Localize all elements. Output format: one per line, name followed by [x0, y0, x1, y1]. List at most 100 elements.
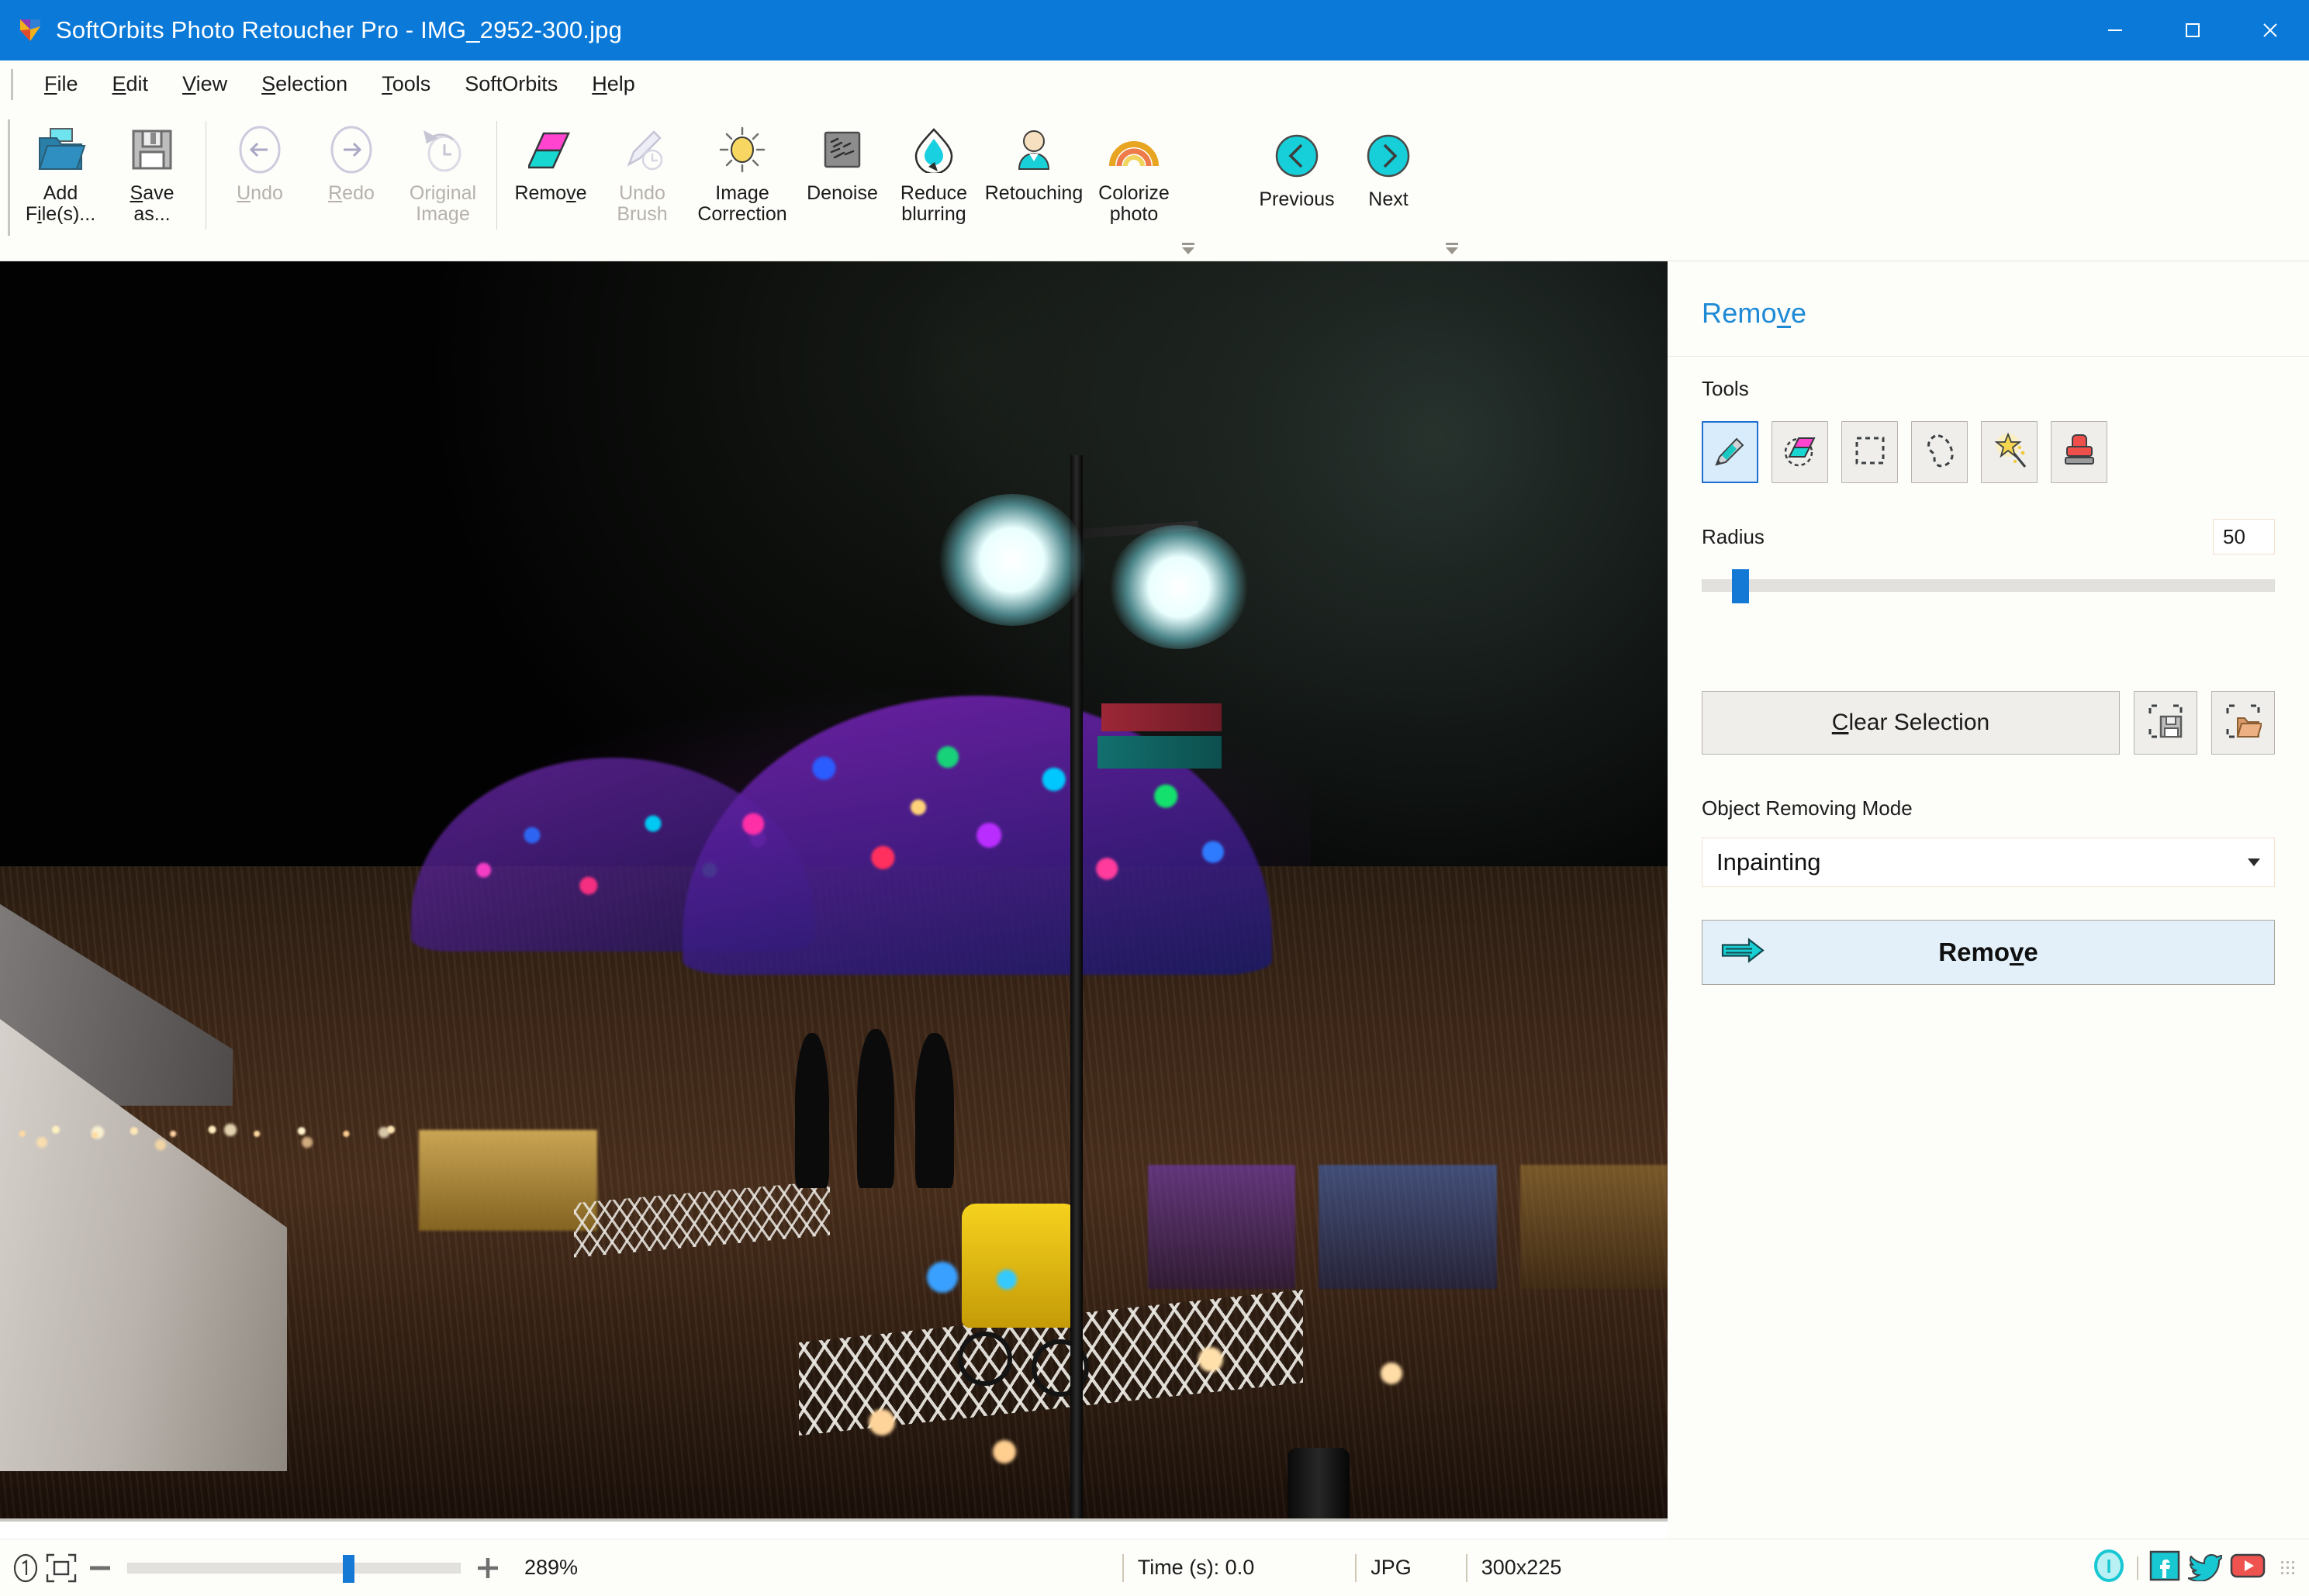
social-links [2092, 1549, 2309, 1587]
save-as-button[interactable]: Save as... [106, 116, 198, 225]
floppy-disk-icon [130, 121, 175, 178]
retouching-label: Retouching [984, 182, 1084, 204]
photo-person-2 [857, 1029, 894, 1188]
object-removing-mode-select[interactable]: Inpainting [1702, 838, 2275, 887]
fit-to-screen-icon[interactable] [43, 1550, 79, 1586]
status-resize-grip[interactable] [2280, 1559, 2297, 1577]
original-image-label: Original Image [409, 182, 477, 225]
previous-label: Previous [1259, 188, 1335, 210]
redo-arrow-icon [328, 121, 375, 178]
menu-item-view[interactable]: View [165, 67, 244, 101]
photo-booth-1 [1148, 1165, 1295, 1289]
menu-bar: FFileile Edit View Selection Tools SoftO… [0, 60, 2309, 109]
radius-input[interactable]: 50 [2213, 519, 2275, 554]
zoom-in-button[interactable] [467, 1550, 509, 1586]
marker-brush-tool-button[interactable] [1702, 421, 1758, 483]
person-icon [1011, 121, 1056, 178]
photo-glow-5 [927, 1262, 958, 1293]
redo-button[interactable]: Redo [306, 116, 397, 204]
load-selection-button[interactable] [2211, 691, 2275, 755]
remove-panel: Remove Tools Radius 50 C lear Selection … [1668, 261, 2309, 1539]
ribbon-grip-handle[interactable] [8, 119, 10, 236]
image-correction-label: Image Correction [697, 182, 787, 225]
denoise-button[interactable]: Denoise [797, 116, 888, 204]
undo-button[interactable]: Undo [214, 116, 306, 204]
zoom-slider[interactable] [127, 1554, 461, 1583]
object-removing-mode-label: Object Removing Mode [1702, 796, 1913, 820]
menu-item-softorbits[interactable]: SoftOrbits [448, 67, 575, 101]
navigation-group-expand-arrow[interactable] [1443, 234, 1460, 254]
radius-slider-thumb[interactable] [1732, 569, 1749, 603]
original-image-button[interactable]: Original Image [397, 116, 489, 225]
ribbon-group-file: Add File(s)... Save as... [15, 109, 198, 261]
photo-preview[interactable] [0, 261, 1668, 1522]
undo-brush-label: Undo Brush [617, 182, 668, 225]
maximize-button[interactable] [2154, 0, 2231, 60]
stamp-tool-button[interactable] [2051, 421, 2107, 483]
sun-icon [718, 121, 766, 178]
tools-group-expand-arrow[interactable] [1180, 234, 1197, 254]
add-files-button[interactable]: Add File(s)... [15, 116, 106, 225]
menu-item-edit[interactable]: Edit [95, 67, 166, 101]
info-icon[interactable] [2092, 1549, 2126, 1587]
status-bar: 289% Time (s): 0.0 JPG 300x225 [0, 1539, 2309, 1596]
photo-lamp-bulb-1 [938, 494, 1086, 626]
close-button[interactable] [2231, 0, 2309, 60]
remove-swatch-icon [528, 121, 573, 178]
tools-row [1702, 421, 2275, 483]
panel-body: Tools Radius 50 C lear Selection Object … [1668, 377, 2309, 985]
magic-wand-tool-button[interactable] [1981, 421, 2038, 483]
remove-action-button[interactable]: Remove [1702, 920, 2275, 985]
previous-button[interactable]: Previous [1251, 116, 1343, 210]
clear-selection-button[interactable]: Clear Selection [1702, 691, 2120, 755]
lasso-tool-button[interactable] [1911, 421, 1968, 483]
status-divider-2 [1355, 1553, 1357, 1582]
social-divider [2137, 1556, 2138, 1580]
eraser-tool-button[interactable] [1772, 421, 1828, 483]
zoom-slider-thumb[interactable] [343, 1554, 354, 1583]
open-folder-icon [35, 121, 86, 178]
ribbon-group-history: Undo Redo Original Image [214, 109, 489, 261]
photo-cart-wheel-1 [958, 1332, 1012, 1386]
droplet-refresh-icon [911, 121, 956, 178]
save-selection-button[interactable] [2134, 691, 2197, 755]
next-button[interactable]: Next [1343, 116, 1434, 210]
menu-item-selection[interactable]: Selection [244, 67, 365, 101]
photo-glow-1 [869, 1409, 895, 1435]
menu-item-tools[interactable]: Tools [365, 67, 448, 101]
undo-brush-button[interactable]: Undo Brush [596, 116, 688, 225]
minimize-button[interactable] [2076, 0, 2154, 60]
retouching-button[interactable]: Retouching [980, 116, 1088, 204]
colorize-photo-button[interactable]: Colorize photo [1088, 116, 1180, 225]
image-correction-button[interactable]: Image Correction [688, 116, 797, 225]
photo-lamp-bulb-2 [1109, 525, 1249, 649]
ribbon-group-tools: Remove Undo Brush Image Correction Denoi… [505, 109, 1201, 261]
youtube-icon[interactable] [2230, 1552, 2266, 1584]
app-window: SoftOrbits Photo Retoucher Pro - IMG_295… [0, 0, 2309, 1596]
object-removing-mode-value: Inpainting [1716, 848, 1821, 876]
lasso-icon [1923, 433, 1957, 472]
remove-ribbon-label: Remove [514, 182, 587, 204]
photo-yellow-cart [962, 1204, 1078, 1328]
panel-title: Remove [1702, 297, 1807, 329]
denoise-icon [821, 121, 864, 178]
one-to-one-icon[interactable] [8, 1550, 43, 1586]
redo-label: Redo [328, 182, 375, 204]
next-label: Next [1368, 188, 1409, 210]
reduce-blurring-button[interactable]: Reduce blurring [888, 116, 980, 225]
zoom-out-button[interactable] [79, 1550, 121, 1586]
twitter-icon[interactable] [2187, 1550, 2224, 1585]
photo-bollard [1288, 1448, 1350, 1522]
processing-time-label: Time (s): 0.0 [1137, 1556, 1255, 1579]
panel-title-divider [1668, 356, 2309, 357]
rectangle-select-tool-button[interactable] [1841, 421, 1898, 483]
image-canvas-area[interactable] [0, 261, 1668, 1539]
eraser-icon [1782, 432, 1819, 473]
menu-item-help[interactable]: Help [575, 67, 652, 101]
radius-slider[interactable] [1702, 569, 2275, 603]
menu-item-file[interactable]: FFileile [27, 67, 95, 101]
remove-ribbon-button[interactable]: Remove [505, 116, 596, 204]
menu-grip-handle[interactable] [11, 68, 13, 100]
tools-section-label: Tools [1702, 377, 1749, 400]
facebook-icon[interactable] [2149, 1550, 2180, 1585]
